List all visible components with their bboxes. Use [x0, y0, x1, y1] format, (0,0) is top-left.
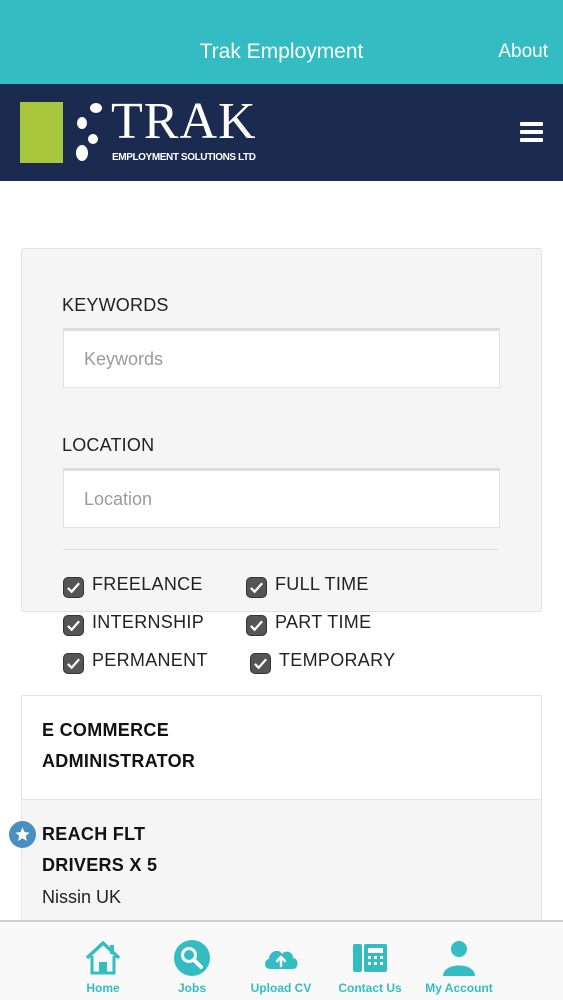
job-title: REACH FLT DRIVERS X 5 — [42, 824, 158, 875]
location-input[interactable] — [63, 468, 500, 528]
checkbox-label: FULL TIME — [275, 574, 369, 594]
nav-label: Contact Us — [338, 981, 402, 995]
keywords-input[interactable] — [63, 328, 500, 388]
checkbox-checked-icon — [63, 615, 84, 636]
checkbox-label: PART TIME — [275, 612, 372, 632]
nav-home[interactable]: Home — [58, 922, 148, 1000]
cloud-upload-icon — [264, 950, 298, 969]
checkbox-checked-icon — [63, 653, 84, 674]
location-label: LOCATION — [62, 435, 155, 455]
home-icon — [85, 941, 121, 975]
job-title: E COMMERCE ADMINISTRATOR — [42, 720, 196, 771]
job-company: Nissin UK — [42, 887, 122, 907]
nav-label: Jobs — [177, 981, 206, 995]
hamburger-icon[interactable] — [520, 122, 543, 142]
checkbox-checked-icon — [246, 615, 267, 636]
nav-jobs[interactable]: Jobs — [147, 922, 237, 1000]
checkbox-internship[interactable]: INTERNSHIP — [63, 612, 205, 636]
phone-icon — [353, 944, 387, 972]
nav-label: Upload CV — [250, 981, 312, 995]
keywords-label: KEYWORDS — [62, 295, 169, 315]
checkbox-full-time[interactable]: FULL TIME — [246, 574, 369, 598]
checkbox-label: FREELANCE — [92, 574, 203, 594]
search-icon — [174, 940, 210, 976]
checkbox-part-time[interactable]: PART TIME — [246, 612, 372, 636]
divider — [63, 549, 499, 550]
nav-contact-us[interactable]: Contact Us — [325, 922, 415, 1000]
checkbox-label: PERMANENT — [92, 650, 208, 670]
nav-my-account[interactable]: My Account — [414, 922, 504, 1000]
brand-bar: TRAK EMPLOYMENT SOLUTIONS LTD — [0, 84, 563, 181]
nav-label: Home — [86, 981, 120, 995]
checkbox-checked-icon — [63, 577, 84, 598]
checkbox-permanent[interactable]: PERMANENT — [63, 650, 208, 674]
nav-label: My Account — [425, 981, 493, 995]
checkbox-freelance[interactable]: FREELANCE — [63, 574, 203, 598]
checkbox-temporary[interactable]: TEMPORARY — [250, 650, 396, 674]
nav-upload-cv[interactable]: Upload CV — [236, 922, 326, 1000]
featured-star-icon — [9, 821, 36, 848]
footprints-icon — [76, 103, 102, 161]
checkbox-label: TEMPORARY — [279, 650, 396, 670]
top-bar: Trak Employment About — [0, 0, 563, 84]
logo-subtitle: EMPLOYMENT SOLUTIONS LTD — [112, 152, 256, 163]
checkbox-label: INTERNSHIP — [92, 612, 205, 632]
checkbox-checked-icon — [250, 653, 271, 674]
bottom-nav: Home Jobs Upload CV Contact Us My Accoun… — [0, 920, 563, 1000]
logo-square — [20, 102, 63, 163]
checkbox-checked-icon — [246, 577, 267, 598]
user-icon — [443, 941, 475, 976]
app-title: Trak Employment — [199, 40, 364, 63]
about-link[interactable]: About — [498, 41, 548, 63]
logo-text: TRAK — [111, 93, 257, 150]
